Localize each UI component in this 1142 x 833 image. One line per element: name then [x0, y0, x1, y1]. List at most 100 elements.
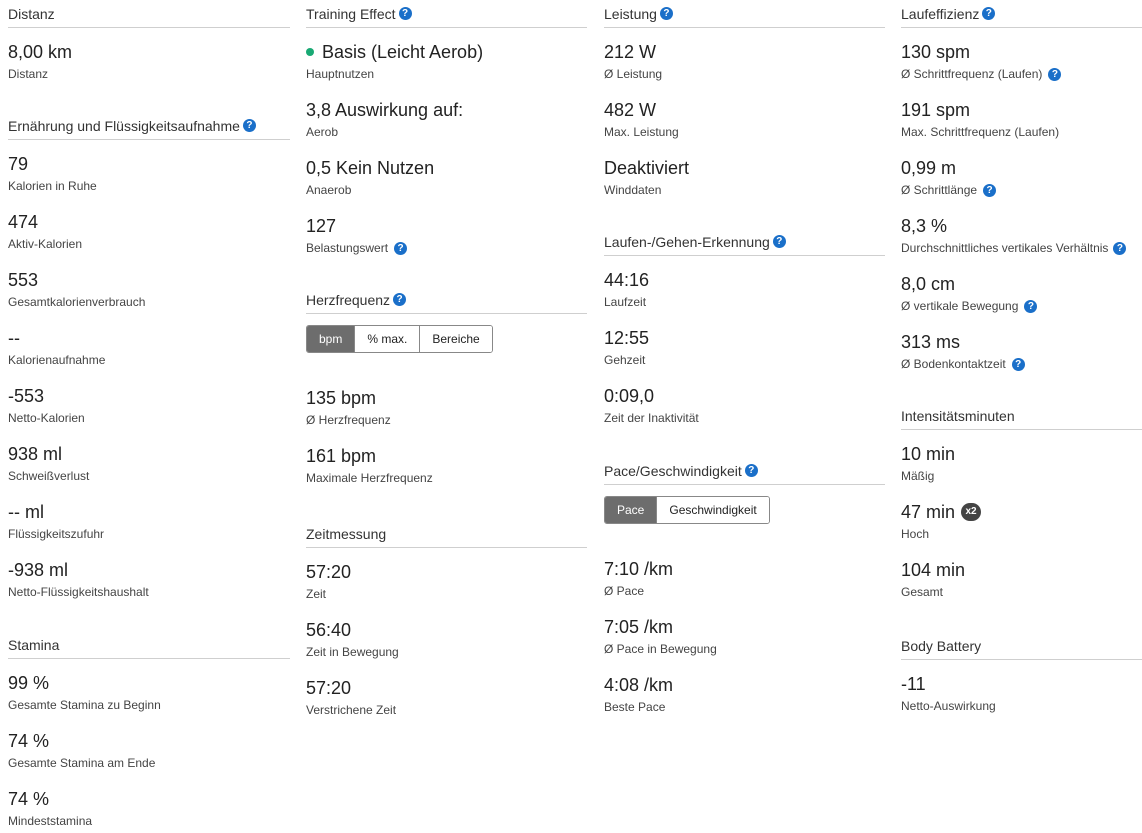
section-title: Laufeffizienz [901, 5, 980, 22]
help-icon[interactable]: ? [1011, 358, 1025, 371]
metric-value: 0,5 Kein Nutzen [306, 158, 435, 178]
metric-value: 47 min x2 [901, 501, 982, 523]
help-icon[interactable]: ? [398, 7, 412, 20]
metric-label: Gesamte Stamina zu Beginn [8, 698, 161, 712]
help-icon[interactable]: ? [1024, 300, 1038, 313]
section-title: Training Effect [306, 5, 396, 22]
metric-label: Netto-Auswirkung [901, 699, 996, 713]
section-ernaehrung: Ernährung und Flüssigkeitsaufnahme? 79 Ka… [8, 112, 290, 604]
metric-value: -11 [901, 674, 926, 694]
metric-value: 127 [306, 216, 337, 236]
metric-value: -553 [8, 386, 45, 406]
metric-label: Ø Schrittfrequenz (Laufen)? [901, 67, 1062, 82]
metric-label: Max. Schrittfrequenz (Laufen) [901, 125, 1060, 139]
metric-label-text: Ø vertikale Bewegung [901, 299, 1019, 313]
metric-maessig: 10 min Mäßig [901, 430, 1142, 488]
metric-label: Zeit [306, 587, 327, 601]
metric-max-cadence: 191 spm Max. Schrittfrequenz (Laufen) [901, 86, 1142, 144]
help-icon[interactable]: ? [983, 184, 997, 197]
metric-value: 57:20 [306, 562, 352, 582]
metric-value: -- [8, 328, 20, 348]
toggle-pace[interactable]: Pace [605, 497, 657, 523]
metric-value: 10 min [901, 444, 956, 464]
help-icon[interactable]: ? [242, 119, 256, 132]
help-icon[interactable]: ? [772, 235, 786, 248]
section-pace: Pace/Geschwindigkeit? Pace Geschwindigke… [604, 457, 885, 714]
metric-schweissverlust: 938 ml Schweißverlust [8, 430, 290, 488]
metric-label: Hoch [901, 527, 930, 541]
metric-label: Aktiv-Kalorien [8, 237, 83, 251]
section-title: Zeitmessung [306, 525, 387, 542]
section-header-stamina: Stamina [8, 631, 290, 659]
metric-value: 135 bpm [306, 388, 377, 408]
help-icon[interactable]: ? [394, 242, 408, 255]
metric-max-power: 482 W Max. Leistung [604, 86, 885, 144]
metric-value: 57:20 [306, 678, 352, 698]
metric-label: Ø Leistung [604, 67, 663, 81]
metric-label: Ø Schrittlänge? [901, 183, 997, 198]
metric-value: 74 % [8, 789, 50, 809]
help-icon[interactable]: ? [982, 7, 996, 20]
metric-zeit: 57:20 Zeit [306, 548, 587, 606]
metric-value: 161 bpm [306, 446, 377, 466]
section-header-zeitmessung: Zeitmessung [306, 520, 587, 548]
metric-label: Winddaten [604, 183, 662, 197]
metric-label-text: Ø Schrittlänge [901, 183, 978, 197]
metric-label: Ø Bodenkontaktzeit? [901, 357, 1025, 372]
metric-stride-length: 0,99 m Ø Schrittlänge? [901, 144, 1142, 202]
section-laufeffizienz: Laufeffizienz? 130 spm Ø Schrittfrequenz… [901, 0, 1142, 376]
metric-label: Aerob [306, 125, 339, 139]
toggle-geschwindigkeit[interactable]: Geschwindigkeit [656, 497, 769, 523]
metric-label: Mäßig [901, 469, 935, 483]
metric-stamina-ende: 74 % Gesamte Stamina am Ende [8, 717, 290, 775]
metric-value: 8,0 cm [901, 274, 956, 294]
metric-aerob: 3,8 Auswirkung auf: Aerob [306, 86, 587, 144]
section-header-body-battery: Body Battery [901, 632, 1142, 660]
section-header-herzfrequenz: Herzfrequenz? [306, 286, 587, 314]
metric-label: Anaerob [306, 183, 352, 197]
heart-rate-unit-toggle: bpm % max. Bereiche [306, 325, 493, 353]
metric-moving-pace: 7:05 /km Ø Pace in Bewegung [604, 603, 885, 661]
metric-label: Laufzeit [604, 295, 647, 309]
section-header-leistung: Leistung? [604, 0, 885, 28]
help-icon[interactable]: ? [1048, 68, 1062, 81]
help-icon[interactable]: ? [659, 7, 673, 20]
metric-gehzeit: 12:55 Gehzeit [604, 314, 885, 372]
metric-label: Ø Pace [604, 584, 645, 598]
metric-value: 191 spm [901, 100, 971, 120]
metric-label: Gehzeit [604, 353, 646, 367]
metric-label-text: Belastungswert [306, 241, 389, 255]
toggle-percent-max[interactable]: % max. [354, 326, 420, 352]
metric-winddaten: Deaktiviert Winddaten [604, 144, 885, 202]
pace-metrics: 7:10 /km Ø Pace 7:05 /km Ø Pace in Bewegun… [604, 545, 885, 719]
metric-label: Belastungswert? [306, 241, 408, 256]
help-icon[interactable]: ? [1113, 242, 1127, 255]
metric-label: Zeit der Inaktivität [604, 411, 699, 425]
section-title: Intensitätsminuten [901, 407, 1015, 424]
help-icon[interactable]: ? [393, 293, 407, 306]
metric-value: Basis (Leicht Aerob) [306, 41, 483, 63]
metric-kalorien-in-ruhe: 79 Kalorien in Ruhe [8, 140, 290, 198]
metric-value: -- ml [8, 502, 44, 522]
section-body-battery: Body Battery -11 Netto-Auswirkung [901, 632, 1142, 718]
metric-label: Schweißverlust [8, 469, 90, 483]
metric-value: 0:09,0 [604, 386, 655, 406]
metric-label-text: Ø Schrittfrequenz (Laufen) [901, 67, 1043, 81]
metric-belastungswert: 127 Belastungswert? [306, 202, 587, 260]
herzfrequenz-metrics: 135 bpm Ø Herzfrequenz 161 bpm Maximale He… [306, 374, 587, 490]
metric-value: -938 ml [8, 560, 69, 580]
metric-avg-power: 212 W Ø Leistung [604, 28, 885, 86]
toggle-bereiche[interactable]: Bereiche [419, 326, 492, 352]
section-header-distanz: Distanz [8, 0, 290, 28]
metric-netto-kalorien: -553 Netto-Kalorien [8, 372, 290, 430]
metric-best-pace: 4:08 /km Beste Pace [604, 661, 885, 719]
metric-label: Mindeststamina [8, 814, 93, 828]
metric-fluessigkeitszufuhr: -- ml Flüssigkeitszufuhr [8, 488, 290, 546]
toggle-bpm[interactable]: bpm [307, 326, 355, 352]
help-icon[interactable]: ? [744, 464, 758, 477]
section-laufen-gehen: Laufen-/Gehen-Erkennung? 44:16 Laufzeit 1… [604, 228, 885, 430]
metric-avg-cadence: 130 spm Ø Schrittfrequenz (Laufen)? [901, 28, 1142, 86]
metric-label: Ø vertikale Bewegung? [901, 299, 1038, 314]
metric-label: Hauptnutzen [306, 67, 375, 81]
metric-verstrichene-zeit: 57:20 Verstrichene Zeit [306, 664, 587, 722]
